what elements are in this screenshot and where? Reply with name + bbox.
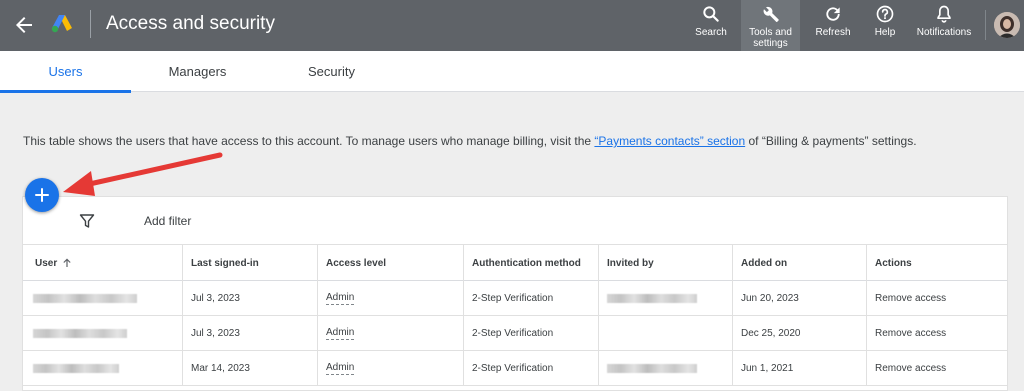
search-label: Search <box>695 27 727 38</box>
auth-method-cell: 2-Step Verification <box>464 351 599 386</box>
bell-icon <box>937 5 951 23</box>
user-cell <box>23 316 183 351</box>
sort-ascending-icon <box>63 258 71 267</box>
user-cell <box>23 281 183 316</box>
access-level-cell: Admin <box>318 281 464 316</box>
tools-and-settings-label: Tools and settings <box>749 27 792 49</box>
remove-access-link[interactable]: Remove access <box>867 351 1007 386</box>
refresh-icon <box>826 7 840 21</box>
refresh-label: Refresh <box>815 27 851 38</box>
annotation-arrow-icon <box>63 152 223 196</box>
notifications-label: Notifications <box>916 27 972 38</box>
column-header-actions: Actions <box>875 257 912 269</box>
page-title: Access and security <box>106 13 275 34</box>
added-on-cell: Jun 20, 2023 <box>733 281 867 316</box>
added-on-cell: Jun 1, 2021 <box>733 351 867 386</box>
column-header-last-signed-in[interactable]: Last signed-in <box>183 245 318 281</box>
users-table-description: This table shows the users that have acc… <box>23 134 917 148</box>
plus-icon <box>35 188 49 202</box>
redacted-user-email <box>33 329 127 338</box>
added-on-cell: Dec 25, 2020 <box>733 316 867 351</box>
help-label: Help <box>874 27 896 38</box>
auth-method-cell: 2-Step Verification <box>464 316 599 351</box>
filter-icon[interactable] <box>79 213 95 229</box>
redacted-inviter <box>607 364 697 373</box>
invited-by-cell <box>599 351 733 386</box>
column-header-user-label: User <box>35 257 58 269</box>
column-header-access-level[interactable]: Access level <box>318 245 464 281</box>
header-separator <box>985 10 986 40</box>
users-table-card: Add filter User Last signed-in Access le… <box>22 196 1008 391</box>
tab-managers[interactable]: Managers <box>132 51 263 92</box>
user-cell <box>23 351 183 386</box>
column-header-added-on[interactable]: Added on <box>733 245 867 281</box>
access-level-cell: Admin <box>318 316 464 351</box>
redacted-user-email <box>33 364 119 373</box>
header-divider <box>90 10 91 38</box>
tab-users[interactable]: Users <box>0 51 131 93</box>
notifications-button[interactable]: Notifications <box>911 0 977 51</box>
column-header-authentication-method[interactable]: Authentication method <box>464 245 599 281</box>
tab-security[interactable]: Security <box>266 51 397 92</box>
top-app-bar: Access and security Search Tools and set… <box>0 0 1024 51</box>
column-header-invited-by[interactable]: Invited by <box>599 245 733 281</box>
column-header-user[interactable]: User <box>23 245 183 281</box>
help-icon <box>876 5 894 23</box>
table-header: User Last signed-in Access level Authent… <box>23 245 1007 281</box>
table-row: Mar 14, 2023 Admin 2-Step Verification J… <box>23 351 1007 386</box>
invited-by-cell <box>599 316 733 351</box>
filter-bar: Add filter <box>23 197 1007 245</box>
redacted-user-email <box>33 294 137 303</box>
wrench-icon <box>763 6 779 22</box>
add-user-button[interactable] <box>25 178 59 212</box>
access-level-dropdown[interactable]: Admin <box>326 292 355 305</box>
last-signed-in-cell: Jul 3, 2023 <box>183 281 318 316</box>
search-icon <box>703 6 719 22</box>
description-text-after: of “Billing & payments” settings. <box>745 134 917 148</box>
access-level-dropdown[interactable]: Admin <box>326 327 355 340</box>
last-signed-in-cell: Jul 3, 2023 <box>183 316 318 351</box>
tab-bar: Users Managers Security <box>0 51 1024 93</box>
refresh-button[interactable]: Refresh <box>810 0 856 51</box>
last-signed-in-cell: Mar 14, 2023 <box>183 351 318 386</box>
google-ads-logo-icon <box>51 15 72 33</box>
auth-method-cell: 2-Step Verification <box>464 281 599 316</box>
access-level-cell: Admin <box>318 351 464 386</box>
table-row: Jul 3, 2023 Admin 2-Step Verification Ju… <box>23 281 1007 316</box>
help-button[interactable]: Help <box>870 0 900 51</box>
back-arrow-icon[interactable] <box>12 13 36 37</box>
search-button[interactable]: Search <box>690 0 732 51</box>
tools-and-settings-button[interactable]: Tools and settings <box>741 0 800 51</box>
payments-contacts-link[interactable]: “Payments contacts” section <box>594 134 745 148</box>
description-text-before: This table shows the users that have acc… <box>23 134 595 148</box>
remove-access-link[interactable]: Remove access <box>867 316 1007 351</box>
add-filter-button[interactable]: Add filter <box>144 214 191 228</box>
remove-access-link[interactable]: Remove access <box>867 281 1007 316</box>
invited-by-cell <box>599 281 733 316</box>
redacted-inviter <box>607 294 697 303</box>
avatar-icon <box>994 12 1020 38</box>
access-level-dropdown[interactable]: Admin <box>326 362 355 375</box>
table-row: Jul 3, 2023 Admin 2-Step Verification De… <box>23 316 1007 351</box>
account-avatar[interactable] <box>994 12 1020 38</box>
